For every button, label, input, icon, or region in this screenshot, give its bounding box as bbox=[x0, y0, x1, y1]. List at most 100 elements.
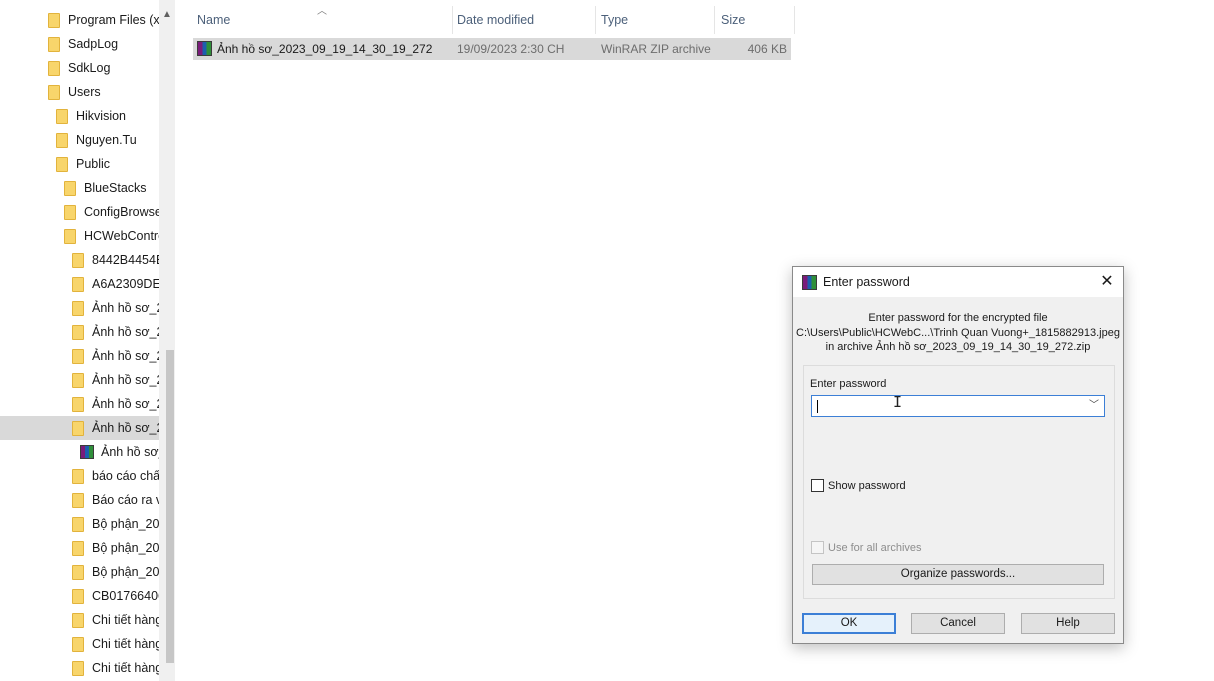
file-date-modified: 19/09/2023 2:30 CH bbox=[457, 42, 565, 56]
tree-item-folder[interactable]: A6A2309DEA bbox=[0, 272, 159, 296]
tree-item-folder[interactable]: Ảnh hồ sơ_20 bbox=[0, 392, 159, 416]
tree-item-label: Public bbox=[76, 157, 111, 171]
folder-icon bbox=[72, 324, 84, 340]
tree-item-label: Users bbox=[68, 85, 101, 99]
tree-item-folder[interactable]: Bộ phận_202 bbox=[0, 512, 159, 536]
column-divider[interactable] bbox=[595, 6, 596, 34]
folder-icon bbox=[72, 396, 84, 412]
tree-item-label: Báo cáo ra và bbox=[92, 493, 159, 507]
tree-item-folder[interactable]: Ảnh hồ sơ_20 bbox=[0, 368, 159, 392]
chevron-down-icon[interactable]: ﹀ bbox=[1087, 398, 1101, 414]
cancel-button[interactable]: Cancel bbox=[911, 613, 1005, 634]
tree-item-folder[interactable]: ConfigBrowse bbox=[0, 200, 159, 224]
folder-icon bbox=[48, 84, 60, 100]
tree-item-label: A6A2309DEA bbox=[92, 277, 159, 291]
tree-item-archive[interactable]: Ảnh hồ sơ_ bbox=[0, 440, 159, 464]
column-header-name[interactable]: Name bbox=[197, 8, 452, 32]
tree-item-label: ConfigBrowse bbox=[84, 205, 159, 219]
password-label: Enter password bbox=[810, 378, 887, 390]
folder-icon bbox=[56, 108, 68, 124]
folder-icon bbox=[72, 468, 84, 484]
tree-item-folder[interactable]: Ảnh hồ sơ_20 bbox=[0, 296, 159, 320]
column-divider[interactable] bbox=[794, 6, 795, 34]
use-for-all-archives-label: Use for all archives bbox=[828, 541, 922, 554]
winrar-archive-icon bbox=[197, 41, 212, 56]
tree-item-folder[interactable]: SdkLog bbox=[0, 56, 159, 80]
tree-item-label: SadpLog bbox=[68, 37, 119, 51]
tree-item-label: Hikvision bbox=[76, 109, 127, 123]
tree-item-folder[interactable]: Chi tiết hàng bbox=[0, 632, 159, 656]
tree-item-folder[interactable]: Chi tiết hàng bbox=[0, 656, 159, 680]
ok-button[interactable]: OK bbox=[802, 613, 896, 634]
tree-item-folder[interactable]: 8442B4454E4 bbox=[0, 248, 159, 272]
tree-item-label: Chi tiết hàng bbox=[92, 661, 159, 675]
tree-item-label: Ảnh hồ sơ_20 bbox=[92, 373, 159, 387]
tree-item-folder[interactable]: Nguyen.Tu bbox=[0, 128, 159, 152]
tree-item-folder[interactable]: Users bbox=[0, 80, 159, 104]
archive-name-line: in archive Ảnh hồ sơ_2023_09_19_14_30_19… bbox=[825, 341, 1091, 353]
show-password-label: Show password bbox=[828, 479, 906, 492]
tree-item-folder[interactable]: BlueStacks bbox=[0, 176, 159, 200]
folder-icon bbox=[56, 132, 68, 148]
password-input[interactable]: ﹀ bbox=[811, 395, 1105, 417]
file-row[interactable]: Ảnh hồ sơ_2023_09_19_14_30_19_272 19/09/… bbox=[193, 38, 791, 60]
folder-icon bbox=[72, 588, 84, 604]
tree-item-folder[interactable]: Hikvision bbox=[0, 104, 159, 128]
tree-item-folder[interactable]: Ảnh hồ sơ_20 bbox=[0, 416, 159, 440]
tree-item-label: Chi tiết hàng bbox=[92, 613, 159, 627]
folder-icon bbox=[64, 180, 76, 196]
navigation-pane: Program Files (x8 SadpLog SdkLog Users Hikvi… bbox=[0, 0, 175, 681]
tree-item-folder[interactable]: Báo cáo ra và bbox=[0, 488, 159, 512]
column-header-size[interactable]: Size bbox=[721, 8, 791, 32]
tree-item-label: Ảnh hồ sơ_ bbox=[101, 445, 159, 459]
tree-item-label: 8442B4454E4 bbox=[92, 253, 159, 267]
text-cursor-icon: I bbox=[893, 393, 903, 411]
dialog-title-bar[interactable]: Enter password ✕ bbox=[793, 267, 1123, 297]
file-type: WinRAR ZIP archive bbox=[601, 42, 711, 56]
use-for-all-archives-checkbox bbox=[811, 541, 824, 554]
tree-item-label: HCWebContro bbox=[84, 229, 159, 243]
folder-icon bbox=[72, 660, 84, 676]
tree-item-folder[interactable]: Bộ phận_202 bbox=[0, 536, 159, 560]
column-divider[interactable] bbox=[452, 6, 453, 34]
use-for-all-archives-option: Use for all archives bbox=[811, 541, 922, 554]
column-divider[interactable] bbox=[714, 6, 715, 34]
folder-icon bbox=[72, 300, 84, 316]
folder-icon bbox=[64, 204, 76, 220]
tree-item-label: Program Files (x8 bbox=[68, 13, 159, 27]
tree-item-label: BlueStacks bbox=[84, 181, 147, 195]
nav-scrollbar-thumb[interactable] bbox=[166, 350, 174, 663]
tree-item-label: CB01766406A bbox=[92, 589, 159, 603]
tree-item-folder[interactable]: Public bbox=[0, 152, 159, 176]
column-header-date-modified[interactable]: Date modified bbox=[457, 8, 593, 32]
folder-icon bbox=[48, 12, 60, 28]
tree-item-folder[interactable]: Ảnh hồ sơ_20 bbox=[0, 320, 159, 344]
tree-item-folder[interactable]: Ảnh hồ sơ_20 bbox=[0, 344, 159, 368]
scroll-up-arrow-icon[interactable]: ▲ bbox=[162, 10, 172, 20]
tree-item-label: Chi tiết hàng bbox=[92, 637, 159, 651]
tree-item-folder[interactable]: Program Files (x8 bbox=[0, 8, 159, 32]
folder-icon bbox=[72, 636, 84, 652]
show-password-checkbox[interactable] bbox=[811, 479, 824, 492]
tree-item-folder[interactable]: HCWebContro bbox=[0, 224, 159, 248]
help-button[interactable]: Help bbox=[1021, 613, 1115, 634]
tree-item-label: Ảnh hồ sơ_20 bbox=[92, 301, 159, 315]
tree-item-folder[interactable]: Chi tiết hàng bbox=[0, 608, 159, 632]
tree-item-folder[interactable]: CB01766406A bbox=[0, 584, 159, 608]
info-line: Enter password for the encrypted file bbox=[868, 312, 1048, 324]
folder-icon bbox=[72, 372, 84, 388]
folder-icon bbox=[56, 156, 68, 172]
close-icon[interactable]: ✕ bbox=[1091, 267, 1123, 297]
show-password-option[interactable]: Show password bbox=[811, 479, 906, 492]
column-header-type[interactable]: Type bbox=[601, 8, 711, 32]
folder-icon bbox=[72, 540, 84, 556]
tree-item-folder[interactable]: báo cáo chấ bbox=[0, 464, 159, 488]
tree-item-label: Ảnh hồ sơ_20 bbox=[92, 397, 159, 411]
tree-item-label: Ảnh hồ sơ_20 bbox=[92, 421, 159, 435]
folder-icon bbox=[72, 492, 84, 508]
folder-icon bbox=[72, 348, 84, 364]
organize-passwords-button[interactable]: Organize passwords... bbox=[812, 564, 1104, 585]
tree-item-folder[interactable]: Bộ phận_202 bbox=[0, 560, 159, 584]
tree-item-folder[interactable]: SadpLog bbox=[0, 32, 159, 56]
folder-icon bbox=[72, 516, 84, 532]
